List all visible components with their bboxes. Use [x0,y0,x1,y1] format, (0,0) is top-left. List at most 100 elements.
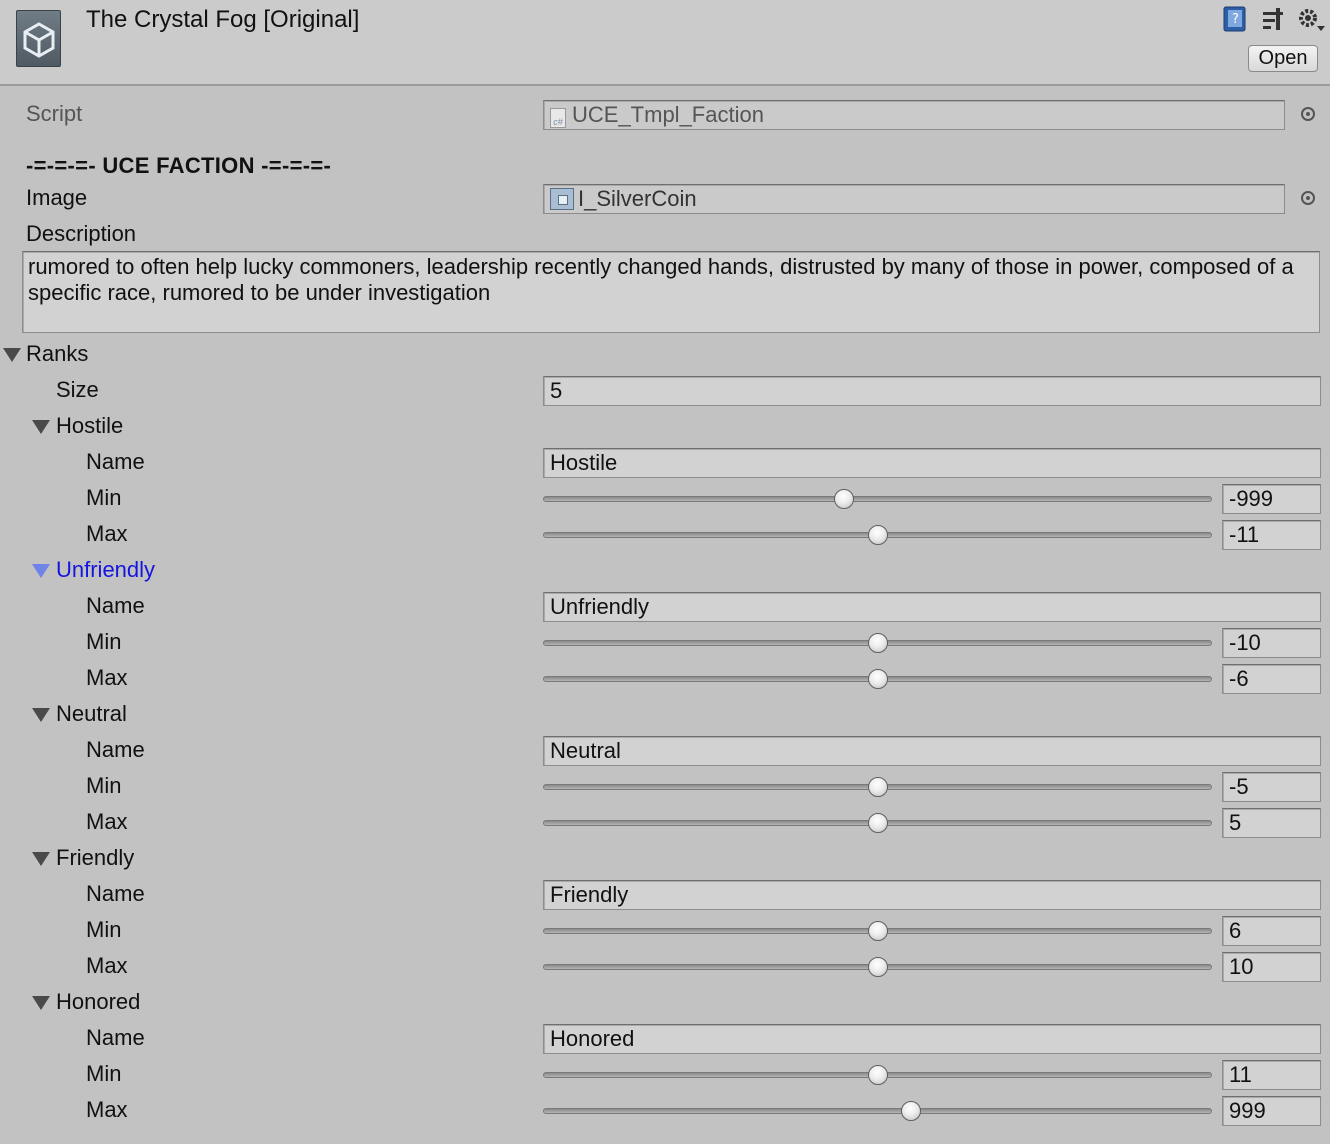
min-slider-track[interactable] [543,496,1212,502]
min-value-field[interactable]: 11 [1222,1060,1321,1090]
max-slider-track[interactable] [543,1108,1212,1114]
max-slider-thumb[interactable] [867,957,888,977]
min-label: Min [86,629,122,654]
rank-title: Unfriendly [56,557,156,582]
max-slider-thumb[interactable] [900,1101,921,1121]
min-slider-thumb[interactable] [867,921,888,941]
rank-min-row: Min -5 [0,768,1330,804]
name-label: Name [86,1025,145,1050]
max-value-field[interactable]: 10 [1222,952,1321,982]
name-label: Name [86,593,145,618]
expand-triangle-icon[interactable] [32,852,50,866]
min-value-field[interactable]: -5 [1222,772,1321,802]
rank-name-row: Name Neutral [0,732,1330,768]
rank-title: Friendly [56,845,135,870]
min-slider-thumb[interactable] [867,633,888,653]
preset-sliders-icon[interactable] [1260,6,1286,32]
min-label: Min [86,485,122,510]
rank-name-field[interactable]: Neutral [543,736,1321,766]
max-label: Max [86,521,128,546]
max-value-field[interactable]: -6 [1222,664,1321,694]
expand-triangle-icon[interactable] [32,996,50,1010]
max-slider-thumb[interactable] [867,669,888,689]
rank-name-field[interactable]: Hostile [543,448,1321,478]
ranks-foldout[interactable]: Ranks [0,336,1330,372]
rank-max-row: Max -6 [0,660,1330,696]
sprite-icon [550,188,574,210]
min-label: Min [86,917,122,942]
csharp-file-icon: c# [550,108,566,128]
open-button[interactable]: Open [1248,45,1318,72]
section-header-row: -=-=-=- UCE FACTION -=-=-=- [0,148,1330,184]
rank-name-row: Name Unfriendly [0,588,1330,624]
rank-name-row: Name Honored [0,1020,1330,1056]
max-label: Max [86,665,128,690]
rank-name-field[interactable]: Friendly [543,880,1321,910]
rank-title: Hostile [56,413,124,438]
rank-name-field[interactable]: Honored [543,1024,1321,1054]
rank-max-row: Max 10 [0,948,1330,984]
max-label: Max [86,953,128,978]
description-label: Description [26,221,137,246]
rank-max-row: Max -11 [0,516,1330,552]
section-header: -=-=-=- UCE FACTION -=-=-=- [26,153,332,178]
rank-title: Neutral [56,701,127,726]
rank-name-field[interactable]: Unfriendly [543,592,1321,622]
rank-min-row: Min -999 [0,480,1330,516]
ranks-size-row: Size 5 [0,372,1330,408]
min-value-field[interactable]: -10 [1222,628,1321,658]
size-field[interactable]: 5 [543,376,1321,406]
unity-logo-icon [16,10,61,67]
max-value-field[interactable]: 999 [1222,1096,1321,1126]
rank-max-row: Max 5 [0,804,1330,840]
min-value-field[interactable]: 6 [1222,916,1321,946]
max-label: Max [86,809,128,834]
min-slider-thumb[interactable] [867,777,888,797]
rank-title: Honored [56,989,141,1014]
image-field[interactable]: I_SilverCoin [543,184,1285,214]
expand-triangle-icon[interactable] [3,348,21,362]
max-value-field[interactable]: -11 [1222,520,1321,550]
help-book-icon[interactable]: ? [1222,6,1248,32]
min-value-field[interactable]: -999 [1222,484,1321,514]
rank-foldout-neutral[interactable]: Neutral [0,696,1330,732]
rank-name-row: Name Friendly [0,876,1330,912]
image-row: Image I_SilverCoin [0,180,1330,216]
min-label: Min [86,1061,122,1086]
settings-gear-icon[interactable] [1297,6,1325,32]
script-field[interactable]: c# UCE_Tmpl_Faction [543,100,1285,130]
rank-foldout-honored[interactable]: Honored [0,984,1330,1020]
min-slider-thumb[interactable] [867,1065,888,1085]
rank-foldout-friendly[interactable]: Friendly [0,840,1330,876]
asset-title: The Crystal Fog [Original] [86,6,360,33]
svg-text:?: ? [1232,12,1239,27]
image-value: I_SilverCoin [578,186,697,211]
min-label: Min [86,773,122,798]
expand-triangle-icon[interactable] [32,564,50,578]
rank-foldout-unfriendly[interactable]: Unfriendly [0,552,1330,588]
rank-foldout-hostile[interactable]: Hostile [0,408,1330,444]
rank-min-row: Min 6 [0,912,1330,948]
rank-max-row: Max 999 [0,1092,1330,1128]
expand-triangle-icon[interactable] [32,708,50,722]
script-row: Script c# UCE_Tmpl_Faction [0,96,1330,132]
name-label: Name [86,737,145,762]
name-label: Name [86,449,145,474]
rank-min-row: Min -10 [0,624,1330,660]
description-label-row: Description [0,216,1330,252]
max-slider-thumb[interactable] [867,525,888,545]
max-value-field[interactable]: 5 [1222,808,1321,838]
rank-name-row: Name Hostile [0,444,1330,480]
object-picker-icon[interactable] [1301,107,1315,121]
name-label: Name [86,881,145,906]
max-label: Max [86,1097,128,1122]
expand-triangle-icon[interactable] [32,420,50,434]
inspector-header: The Crystal Fog [Original] ? Open [0,0,1330,86]
description-textarea[interactable]: rumored to often help lucky commoners, l… [22,251,1320,333]
rank-min-row: Min 11 [0,1056,1330,1092]
ranks-label: Ranks [26,341,89,366]
size-label: Size [56,377,99,402]
object-picker-icon[interactable] [1301,191,1315,205]
min-slider-thumb[interactable] [834,489,855,509]
max-slider-thumb[interactable] [867,813,888,833]
